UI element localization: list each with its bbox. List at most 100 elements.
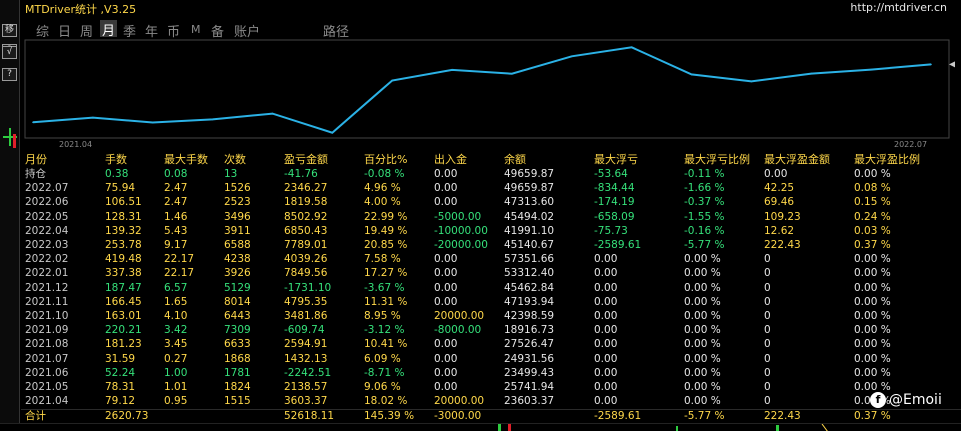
cell-max-floating-loss: -658.09 (594, 210, 635, 223)
cell-max-floating-loss-ratio: 0.00 % (684, 281, 721, 294)
cell-max-floating-loss: 0.00 (594, 381, 618, 393)
cell-month: 2021.09 (25, 324, 69, 337)
table-row[interactable]: 2021.12 187.47 6.57 5129 -1731.10 -3.67 % 0.00… (21, 281, 961, 295)
cell-lots: 163.01 (105, 310, 142, 322)
header-deposit: 出入金 (434, 153, 467, 166)
move-icon[interactable]: 移 (2, 24, 17, 37)
cell-deposit: 20000.00 (434, 310, 485, 322)
cell-count: 1868 (224, 352, 251, 365)
header-max-floating-profit-ratio: 最大浮盈比例 (854, 153, 920, 166)
tab-note[interactable]: 备 (211, 21, 224, 40)
tab-week[interactable]: 周 (80, 21, 93, 40)
cell-balance: 47193.94 (504, 295, 555, 308)
table-row[interactable]: 2021.11 166.45 1.65 8014 4795.35 11.31 % 0.00 4… (21, 295, 961, 309)
cell-max-floating-loss-ratio: -5.77 % (684, 239, 725, 251)
tab-day[interactable]: 日 (58, 21, 71, 40)
cell-max-floating-profit: 42.25 (764, 182, 795, 195)
site-url-link[interactable]: http://mtdriver.cn (850, 1, 947, 14)
tab-currency[interactable]: 币 (167, 21, 180, 40)
cell-count: 1526 (224, 182, 251, 195)
table-row[interactable]: 2021.04 79.12 0.95 1515 3603.37 18.02 % 20000.… (21, 394, 961, 408)
cell-max-floating-profit: 0.00 (764, 168, 788, 180)
header-balance: 余额 (504, 153, 526, 166)
cell-max-floating-loss: -834.44 (594, 182, 635, 195)
cell-month: 2022.02 (25, 253, 69, 266)
table-row[interactable]: 2022.05 128.31 1.46 3496 8502.92 22.99 % -5000… (21, 210, 961, 224)
cell-deposit: 0.00 (434, 253, 458, 266)
check-icon[interactable]: √ (2, 46, 17, 59)
tab-m[interactable]: M (191, 23, 201, 36)
balance-point (331, 131, 334, 134)
table-row[interactable]: 2022.06 106.51 2.47 2523 1819.58 4.00 % 0.00 47… (21, 195, 961, 209)
cell-percent: 17.27 % (364, 267, 408, 280)
cell-count: 1515 (224, 395, 251, 408)
cell-max-floating-profit-ratio: 0.00 % (854, 267, 891, 280)
cell-max-floating-loss-ratio: 0.00 % (684, 338, 721, 351)
cell-max-lots: 22.17 (164, 253, 195, 266)
watermark: f @Emoii (870, 392, 942, 410)
header-max-lots: 最大手数 (164, 153, 208, 166)
table-header: 月份 手数 最大手数 次数 盈亏金额 百分比% 出入金 余额 最大浮亏 最大浮亏… (21, 153, 961, 167)
header-max-floating-loss-ratio: 最大浮亏比例 (684, 153, 750, 166)
tab-quarter[interactable]: 季 (123, 21, 136, 40)
balance-chart-svg: 2021.04 2022.07 (24, 39, 955, 149)
table-row[interactable]: 2021.10 163.01 4.10 6443 3481.86 8.95 % 20000.… (21, 309, 961, 323)
cell-max-floating-profit: 0 (764, 338, 771, 351)
cell-deposit: 0.00 (434, 381, 458, 393)
tab-overview[interactable]: 综 (36, 21, 49, 40)
tab-account[interactable]: 账户 (234, 21, 260, 40)
left-toolbar: 移 ? √ ? (0, 0, 20, 431)
cell-percent: 11.31 % (364, 295, 408, 308)
table-row[interactable]: 持仓 0.38 0.08 13 -41.76 -0.08 % 0.00 49659.87 -53… (21, 167, 961, 181)
cell-month: 2021.05 (25, 381, 69, 393)
cell-max-floating-profit: 69.46 (764, 196, 795, 209)
cell-max-floating-loss: 0.00 (594, 352, 618, 365)
cell-lots: 337.38 (105, 267, 142, 280)
table-row[interactable]: 2021.07 31.59 0.27 1868 1432.13 6.09 % 0.00 249… (21, 352, 961, 366)
table-row[interactable]: 2021.09 220.21 3.42 7309 -609.74 -3.12 % -8000… (21, 323, 961, 337)
cell-lots: 75.94 (105, 182, 136, 195)
footer-mark (821, 424, 828, 431)
table-row[interactable]: 2021.08 181.23 3.45 6633 2594.91 10.41 % 0.00 2… (21, 337, 961, 351)
cell-max-lots: 4.10 (164, 310, 188, 322)
cell-max-floating-loss: -174.19 (594, 196, 635, 209)
cell-pnl: 1819.58 (284, 196, 328, 209)
cell-deposit: 20000.00 (434, 395, 485, 408)
cell-max-floating-loss-ratio: -0.11 % (684, 168, 725, 180)
cell-lots: 139.32 (105, 224, 142, 237)
table-row[interactable]: 2022.02 419.48 22.17 4238 4039.26 7.58 % 0.00 5… (21, 252, 961, 266)
tab-year[interactable]: 年 (145, 21, 158, 40)
cell-pnl: 1432.13 (284, 352, 328, 365)
cell-percent: -8.71 % (364, 366, 405, 379)
cell-lots: 78.31 (105, 381, 136, 393)
cell-balance: 42398.59 (504, 310, 555, 322)
table-row[interactable]: 2022.03 253.78 9.17 6588 7789.01 20.85 % -2000… (21, 238, 961, 252)
cell-deposit: 0.00 (434, 281, 458, 294)
cell-max-lots: 3.42 (164, 324, 188, 337)
cell-max-floating-profit-ratio: 0.00 % (854, 352, 891, 365)
cell-max-floating-loss-ratio: 0.00 % (684, 352, 721, 365)
cell-balance: 45494.02 (504, 210, 555, 223)
table-row[interactable]: 2022.01 337.38 22.17 3926 7849.56 17.27 % 0.00… (21, 266, 961, 280)
cell-month: 2021.11 (25, 295, 69, 308)
table-row[interactable]: 2022.04 139.32 5.43 3911 6850.43 19.49 % -1000… (21, 224, 961, 238)
cell-max-floating-loss: -53.64 (594, 168, 628, 180)
cell-count: 6443 (224, 310, 251, 322)
cell-balance: 57351.66 (504, 253, 555, 266)
question-icon[interactable]: ? (2, 68, 17, 81)
cell-deposit: -20000.00 (434, 239, 488, 251)
table-row[interactable]: 2022.07 75.94 2.47 1526 2346.27 4.96 % 0.00 496… (21, 181, 961, 195)
cell-max-floating-profit: 0 (764, 352, 771, 365)
tab-path[interactable]: 路径 (323, 21, 349, 40)
cell-balance: 45140.67 (504, 239, 555, 251)
table-row[interactable]: 2021.06 52.24 1.00 1781 -2242.51 -8.71 % 0.00 2… (21, 366, 961, 380)
balance-point (750, 80, 753, 83)
table-row[interactable]: 2021.05 78.31 1.01 1824 2138.57 9.06 % 0.00 257… (21, 380, 961, 394)
cell-max-lots: 6.57 (164, 281, 188, 294)
tab-month[interactable]: 月 (100, 20, 118, 39)
cell-max-floating-loss-ratio: -0.16 % (684, 224, 725, 237)
cell-percent: 4.96 % (364, 182, 401, 195)
cell-count: 2523 (224, 196, 251, 209)
cell-month: 2021.07 (25, 352, 69, 365)
cell-max-floating-profit: 0 (764, 295, 771, 308)
